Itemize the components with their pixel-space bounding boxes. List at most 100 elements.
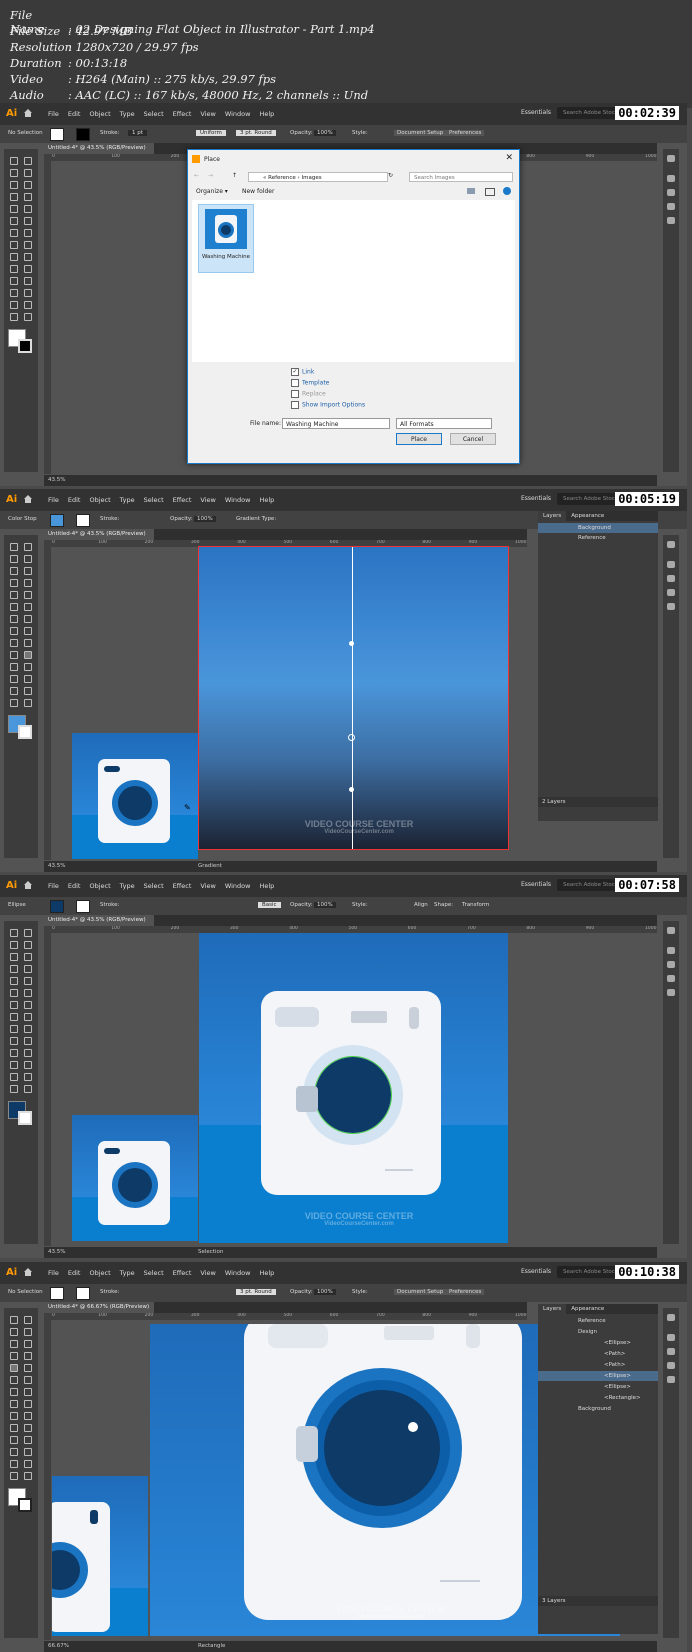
shape-builder-tool-icon[interactable] bbox=[10, 1412, 18, 1420]
gradient-tool-icon[interactable] bbox=[24, 265, 32, 273]
direct-selection-tool-icon[interactable] bbox=[24, 157, 32, 165]
menu-edit[interactable]: Edit bbox=[68, 882, 81, 890]
menu-help[interactable]: Help bbox=[259, 110, 274, 118]
sublayer-rectangle[interactable]: <Rectangle> bbox=[538, 1393, 658, 1403]
layer-row-reference[interactable]: Reference bbox=[538, 533, 658, 543]
direct-selection-tool-icon[interactable] bbox=[24, 929, 32, 937]
magic-wand-tool-icon[interactable] bbox=[10, 169, 18, 177]
menu-view[interactable]: View bbox=[200, 496, 215, 504]
menu-window[interactable]: Window bbox=[225, 110, 251, 118]
line-tool-icon[interactable] bbox=[24, 579, 32, 587]
align-button[interactable]: Align bbox=[414, 902, 428, 908]
scale-tool-icon[interactable] bbox=[24, 229, 32, 237]
shaper-tool-icon[interactable] bbox=[10, 989, 18, 997]
document-setup-button[interactable]: Document Setup bbox=[394, 1289, 447, 1295]
menu-type[interactable]: Type bbox=[120, 496, 135, 504]
fill-swatch[interactable] bbox=[50, 900, 64, 913]
workspace-switcher[interactable]: Essentials bbox=[521, 1268, 551, 1275]
eraser-tool-icon[interactable] bbox=[24, 989, 32, 997]
graph-tool-icon[interactable] bbox=[24, 289, 32, 297]
rotate-tool-icon[interactable] bbox=[10, 1001, 18, 1009]
rotate-tool-icon[interactable] bbox=[10, 229, 18, 237]
shaper-tool-icon[interactable] bbox=[10, 1376, 18, 1384]
shape-builder-tool-icon[interactable] bbox=[10, 1025, 18, 1033]
file-name-input[interactable]: Washing Machine bbox=[282, 418, 390, 429]
menu-type[interactable]: Type bbox=[120, 110, 135, 118]
zoom-level[interactable]: 43.5% bbox=[48, 1247, 65, 1258]
slice-tool-icon[interactable] bbox=[24, 1460, 32, 1468]
free-transform-tool-icon[interactable] bbox=[24, 1013, 32, 1021]
layer-row-design[interactable]: Design bbox=[538, 1327, 658, 1337]
free-transform-tool-icon[interactable] bbox=[24, 627, 32, 635]
artboard-tool-icon[interactable] bbox=[10, 1073, 18, 1081]
background-artboard[interactable]: VIDEO COURSE CENTER VideoCourseCenter.com bbox=[198, 546, 509, 850]
rectangle-tool-icon[interactable] bbox=[10, 205, 18, 213]
zoom-tool-icon[interactable] bbox=[24, 313, 32, 321]
rectangle-tool-icon[interactable] bbox=[10, 591, 18, 599]
stroke-swatch[interactable] bbox=[76, 1287, 90, 1300]
menu-help[interactable]: Help bbox=[259, 496, 274, 504]
mesh-tool-icon[interactable] bbox=[10, 1424, 18, 1432]
gradient-tool-icon[interactable] bbox=[24, 1424, 32, 1432]
menu-file[interactable]: File bbox=[48, 1269, 59, 1277]
workspace-switcher[interactable]: Essentials bbox=[521, 881, 551, 888]
opacity-input[interactable]: 100% bbox=[194, 516, 216, 522]
properties-panel-icon[interactable] bbox=[667, 155, 675, 162]
help-icon[interactable] bbox=[503, 187, 511, 195]
direct-selection-tool-icon[interactable] bbox=[24, 543, 32, 551]
eyedropper-tool-icon[interactable] bbox=[10, 277, 18, 285]
width-tool-icon[interactable] bbox=[10, 241, 18, 249]
width-tool-icon[interactable] bbox=[10, 1400, 18, 1408]
hand-tool-icon[interactable] bbox=[10, 313, 18, 321]
appearance-tab[interactable]: Appearance bbox=[566, 1304, 609, 1314]
color-panel-icon[interactable] bbox=[667, 947, 675, 954]
stroke-color-box[interactable] bbox=[18, 339, 32, 353]
sublayer-ellipse[interactable]: <Ellipse> bbox=[538, 1382, 658, 1392]
menu-window[interactable]: Window bbox=[225, 882, 251, 890]
place-button[interactable]: Place bbox=[396, 433, 442, 445]
symbol-sprayer-tool-icon[interactable] bbox=[10, 289, 18, 297]
properties-panel-icon[interactable] bbox=[667, 541, 675, 548]
menu-select[interactable]: Select bbox=[144, 110, 164, 118]
magic-wand-tool-icon[interactable] bbox=[10, 555, 18, 563]
option-template[interactable]: Template bbox=[291, 379, 329, 387]
eyedropper-tool-icon[interactable] bbox=[10, 663, 18, 671]
symbols-panel-icon[interactable] bbox=[667, 217, 675, 224]
blend-tool-icon[interactable] bbox=[24, 1049, 32, 1057]
refresh-icon[interactable]: ↻ bbox=[388, 172, 393, 179]
gradient-stop[interactable] bbox=[348, 734, 355, 741]
swatches-panel-icon[interactable] bbox=[667, 961, 675, 968]
menu-object[interactable]: Object bbox=[89, 110, 110, 118]
symbols-panel-icon[interactable] bbox=[667, 603, 675, 610]
graph-tool-icon[interactable] bbox=[24, 1061, 32, 1069]
symbol-sprayer-tool-icon[interactable] bbox=[10, 1448, 18, 1456]
scale-tool-icon[interactable] bbox=[24, 615, 32, 623]
transform-button[interactable]: Transform bbox=[462, 902, 489, 908]
scale-tool-icon[interactable] bbox=[24, 1388, 32, 1396]
mesh-tool-icon[interactable] bbox=[10, 1037, 18, 1045]
menu-select[interactable]: Select bbox=[144, 882, 164, 890]
swatches-panel-icon[interactable] bbox=[667, 575, 675, 582]
hand-tool-icon[interactable] bbox=[10, 699, 18, 707]
brushes-panel-icon[interactable] bbox=[667, 975, 675, 982]
swatches-panel-icon[interactable] bbox=[667, 1348, 675, 1355]
option-show-import-options[interactable]: Show Import Options bbox=[291, 401, 365, 409]
close-icon[interactable]: ✕ bbox=[505, 153, 513, 163]
pen-tool-icon[interactable] bbox=[10, 1340, 18, 1348]
new-folder-button[interactable]: New folder bbox=[242, 188, 274, 195]
workspace-switcher[interactable]: Essentials bbox=[521, 495, 551, 502]
artboard-tool-icon[interactable] bbox=[10, 1460, 18, 1468]
preferences-button[interactable]: Preferences bbox=[446, 1289, 485, 1295]
paintbrush-tool-icon[interactable] bbox=[24, 205, 32, 213]
eyedropper-tool-icon[interactable] bbox=[10, 1049, 18, 1057]
fill-swatch[interactable] bbox=[50, 128, 64, 141]
graph-tool-icon[interactable] bbox=[24, 675, 32, 683]
preview-pane-icon[interactable] bbox=[485, 188, 495, 196]
rectangle-tool-icon[interactable] bbox=[10, 977, 18, 985]
mesh-tool-icon[interactable] bbox=[10, 651, 18, 659]
eraser-tool-icon[interactable] bbox=[24, 1376, 32, 1384]
menu-type[interactable]: Type bbox=[120, 1269, 135, 1277]
selection-tool-icon[interactable] bbox=[10, 929, 18, 937]
perspective-tool-icon[interactable] bbox=[24, 1025, 32, 1033]
perspective-tool-icon[interactable] bbox=[24, 253, 32, 261]
